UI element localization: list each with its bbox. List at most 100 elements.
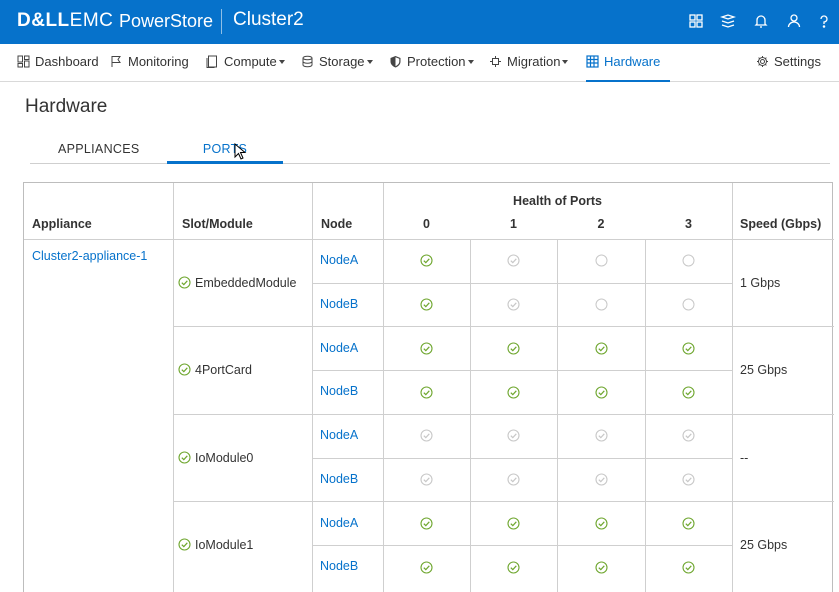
nav-migration[interactable]: Migration	[489, 54, 569, 82]
compute-icon	[206, 55, 217, 68]
port-ok-icon	[507, 386, 520, 399]
nav-label: Monitoring	[128, 54, 189, 69]
port-ok-icon	[420, 561, 433, 574]
port-ok-icon	[420, 298, 433, 311]
nav-hardware[interactable]: Hardware	[586, 54, 670, 82]
port-ok-icon	[682, 473, 695, 486]
shield-icon	[390, 56, 401, 68]
mouse-cursor-icon	[234, 142, 248, 161]
port-ok-icon	[594, 342, 608, 355]
nav-label: Protection	[407, 54, 466, 69]
port-ok-icon	[682, 386, 695, 399]
ports-table: Appliance Slot/Module Node Health of Por…	[23, 182, 834, 592]
brand-light: EMC	[69, 10, 114, 31]
grid-icon[interactable]	[688, 13, 704, 29]
header-port-0: 0	[423, 217, 430, 231]
module-name: 4PortCard	[195, 363, 252, 378]
port-ok-icon	[682, 517, 695, 530]
port-ok-icon	[594, 429, 608, 442]
nav-monitoring[interactable]: Monitoring	[110, 54, 189, 82]
nav-dashboard[interactable]: Dashboard	[17, 54, 99, 82]
node-link[interactable]: NodeA	[320, 428, 358, 442]
nav-compute[interactable]: Compute	[206, 54, 285, 82]
module-name: IoModule0	[195, 450, 254, 465]
module-speed: --	[740, 450, 749, 465]
appliance-link[interactable]: Cluster2-appliance-1	[32, 249, 147, 263]
nav-settings[interactable]: Settings	[756, 54, 821, 82]
port-ok-icon	[420, 254, 433, 267]
stack-icon[interactable]	[719, 13, 737, 29]
node-link[interactable]: NodeA	[320, 516, 358, 530]
port-ok-icon	[682, 561, 695, 574]
port-ok-icon	[507, 517, 520, 530]
port-ok-icon	[594, 561, 608, 574]
chevron-down-icon	[278, 60, 285, 64]
header-port-1: 1	[510, 217, 517, 231]
header-node[interactable]: Node	[321, 217, 352, 231]
node-link[interactable]: NodeB	[320, 559, 358, 573]
port-ok-icon	[594, 386, 608, 399]
page-title: Hardware	[25, 96, 108, 117]
bell-icon[interactable]	[753, 13, 769, 29]
port-ok-icon	[420, 386, 433, 399]
port-ok-icon	[682, 429, 695, 442]
tab-ports[interactable]: PORTS	[167, 142, 283, 164]
nav-storage[interactable]: Storage	[301, 54, 373, 82]
gear-icon	[757, 56, 768, 67]
database-icon	[302, 55, 313, 68]
nav-label: Compute	[224, 54, 277, 69]
port-ok-icon	[507, 473, 520, 486]
header-slot-module[interactable]: Slot/Module	[182, 217, 253, 231]
module-ok-icon	[178, 538, 191, 551]
port-empty-icon	[682, 254, 695, 267]
module-ok-icon	[178, 276, 191, 289]
header-appliance[interactable]: Appliance	[32, 217, 92, 231]
nav-label: Storage	[319, 54, 365, 69]
main-nav: Dashboard Monitoring Compute Storage Pro…	[0, 44, 839, 82]
port-ok-icon	[420, 517, 433, 530]
nav-protection[interactable]: Protection	[389, 54, 474, 82]
module-name: IoModule1	[195, 538, 254, 553]
module-speed: 25 Gbps	[740, 363, 788, 378]
brand-bold: D&LL	[17, 10, 70, 31]
port-ok-icon	[507, 561, 520, 574]
port-ok-icon	[507, 429, 520, 442]
header-health-of-ports: Health of Ports	[513, 194, 602, 208]
port-empty-icon	[595, 254, 608, 267]
module-name: EmbeddedModule	[195, 275, 297, 290]
port-ok-icon	[507, 298, 520, 311]
tab-bar: APPLIANCES PORTS	[30, 140, 830, 164]
chevron-down-icon	[366, 60, 373, 64]
port-ok-icon	[594, 517, 608, 530]
module-ok-icon	[178, 451, 191, 464]
chevron-down-icon	[467, 60, 474, 64]
module-speed: 1 Gbps	[740, 275, 781, 290]
port-empty-icon	[682, 298, 695, 311]
port-ok-icon	[420, 429, 433, 442]
port-ok-icon	[420, 473, 433, 486]
hardware-icon	[586, 55, 599, 68]
header-port-2: 2	[597, 217, 605, 231]
flag-icon	[111, 56, 121, 67]
node-link[interactable]: NodeA	[320, 341, 358, 355]
node-link[interactable]: NodeB	[320, 297, 358, 311]
migration-icon	[490, 56, 501, 67]
module-ok-icon	[178, 363, 191, 376]
module-speed: 25 Gbps	[740, 538, 788, 553]
header-speed[interactable]: Speed (Gbps)	[740, 217, 821, 231]
port-empty-icon	[595, 298, 608, 311]
port-ok-icon	[507, 342, 520, 355]
node-link[interactable]: NodeB	[320, 472, 358, 486]
node-link[interactable]: NodeB	[320, 384, 358, 398]
product-name: PowerStore	[119, 11, 214, 31]
port-ok-icon	[682, 342, 695, 355]
help-icon[interactable]	[816, 13, 832, 29]
user-icon[interactable]	[786, 13, 802, 29]
port-ok-icon	[507, 254, 520, 267]
nav-label: Hardware	[604, 54, 661, 69]
nav-label: Dashboard	[35, 54, 99, 69]
node-link[interactable]: NodeA	[320, 253, 358, 267]
dashboard-icon	[17, 55, 30, 68]
tab-appliances[interactable]: APPLIANCES	[58, 142, 139, 164]
port-ok-icon	[594, 473, 608, 486]
